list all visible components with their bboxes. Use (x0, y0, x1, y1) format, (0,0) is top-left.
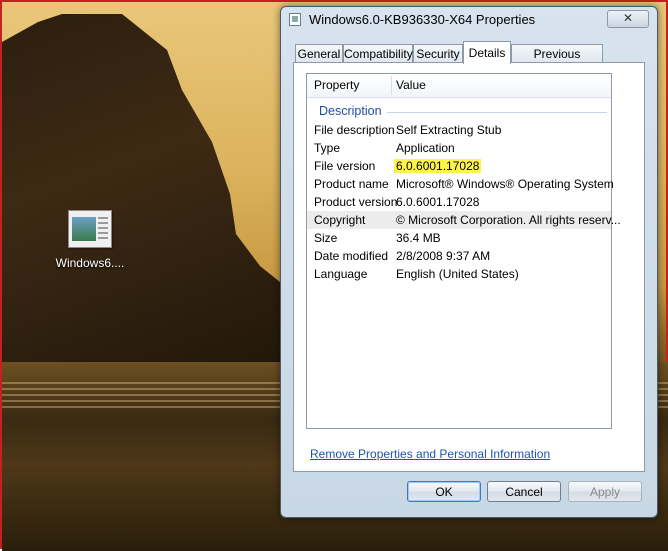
window-icon (289, 13, 301, 26)
column-separator[interactable] (391, 76, 392, 95)
list-header: Property Value (307, 74, 611, 98)
rock-silhouette (2, 14, 302, 402)
property-name: Product name (314, 177, 389, 191)
property-value: Application (396, 141, 455, 155)
property-value-wrap: 6.0.6001.17028 (394, 159, 482, 173)
property-value: Microsoft® Windows® Operating System (396, 177, 614, 191)
property-value: 36.4 MB (396, 231, 441, 245)
property-value: Self Extracting Stub (396, 123, 502, 137)
property-name: Copyright (314, 213, 366, 227)
property-row[interactable]: Size 36.4 MB (307, 229, 611, 247)
property-value: © Microsoft Corporation. All rights rese… (396, 213, 621, 227)
property-value: 6.0.6001.17028 (396, 195, 480, 209)
tab-details[interactable]: Details (463, 41, 511, 64)
property-value: English (United States) (396, 267, 519, 281)
file-icon (68, 210, 112, 248)
close-icon: ✕ (622, 11, 634, 25)
column-header-value[interactable]: Value (396, 78, 426, 92)
property-row[interactable]: File description Self Extracting Stub (307, 121, 611, 139)
cancel-button[interactable]: Cancel (487, 481, 561, 502)
column-header-property[interactable]: Property (314, 78, 359, 92)
properties-dialog: Windows6.0-KB936330-X64 Properties ✕ Gen… (280, 6, 658, 518)
ok-button[interactable]: OK (407, 481, 481, 502)
highlighted-value: 6.0.6001.17028 (394, 159, 482, 173)
dialog-content: General Compatibility Security Details P… (289, 41, 649, 473)
details-tab-panel: Property Value Description File descript… (293, 62, 645, 472)
tab-previous-versions[interactable]: Previous Versions (511, 44, 603, 79)
property-name: Product version (314, 195, 398, 209)
apply-button[interactable]: Apply (568, 481, 642, 502)
property-name: Size (314, 231, 338, 245)
property-name: Date modified (314, 249, 389, 263)
desktop-file-label: Windows6.... (55, 256, 125, 270)
property-row[interactable]: Type Application (307, 139, 611, 157)
property-row[interactable]: File version 6.0.6001.17028 (307, 157, 611, 175)
property-row[interactable]: Language English (United States) (307, 265, 611, 283)
tab-compatibility[interactable]: Compatibility (343, 44, 413, 63)
group-header-description: Description (319, 104, 382, 118)
property-row[interactable]: Date modified 2/8/2008 9:37 AM (307, 247, 611, 265)
property-value: 2/8/2008 9:37 AM (396, 249, 491, 263)
property-name: File description (314, 123, 395, 137)
window-title: Windows6.0-KB936330-X64 Properties (309, 12, 536, 27)
property-list[interactable]: Property Value Description File descript… (306, 73, 621, 429)
property-row-selected[interactable]: Copyright © Microsoft Corporation. All r… (307, 211, 621, 229)
property-row[interactable]: Product name Microsoft® Windows® Operati… (307, 175, 614, 193)
tab-general[interactable]: General (295, 44, 343, 63)
property-row[interactable]: Product version 6.0.6001.17028 (307, 193, 611, 211)
property-name: Type (314, 141, 341, 155)
property-name: Language (314, 267, 368, 281)
close-button[interactable]: ✕ (607, 10, 649, 28)
tab-security[interactable]: Security (413, 44, 463, 63)
group-divider (387, 112, 607, 113)
property-name: File version (314, 159, 376, 173)
desktop-file-icon[interactable]: Windows6.... (50, 210, 130, 270)
remove-properties-link[interactable]: Remove Properties and Personal Informati… (310, 447, 550, 461)
title-bar[interactable]: Windows6.0-KB936330-X64 Properties ✕ (281, 7, 657, 33)
